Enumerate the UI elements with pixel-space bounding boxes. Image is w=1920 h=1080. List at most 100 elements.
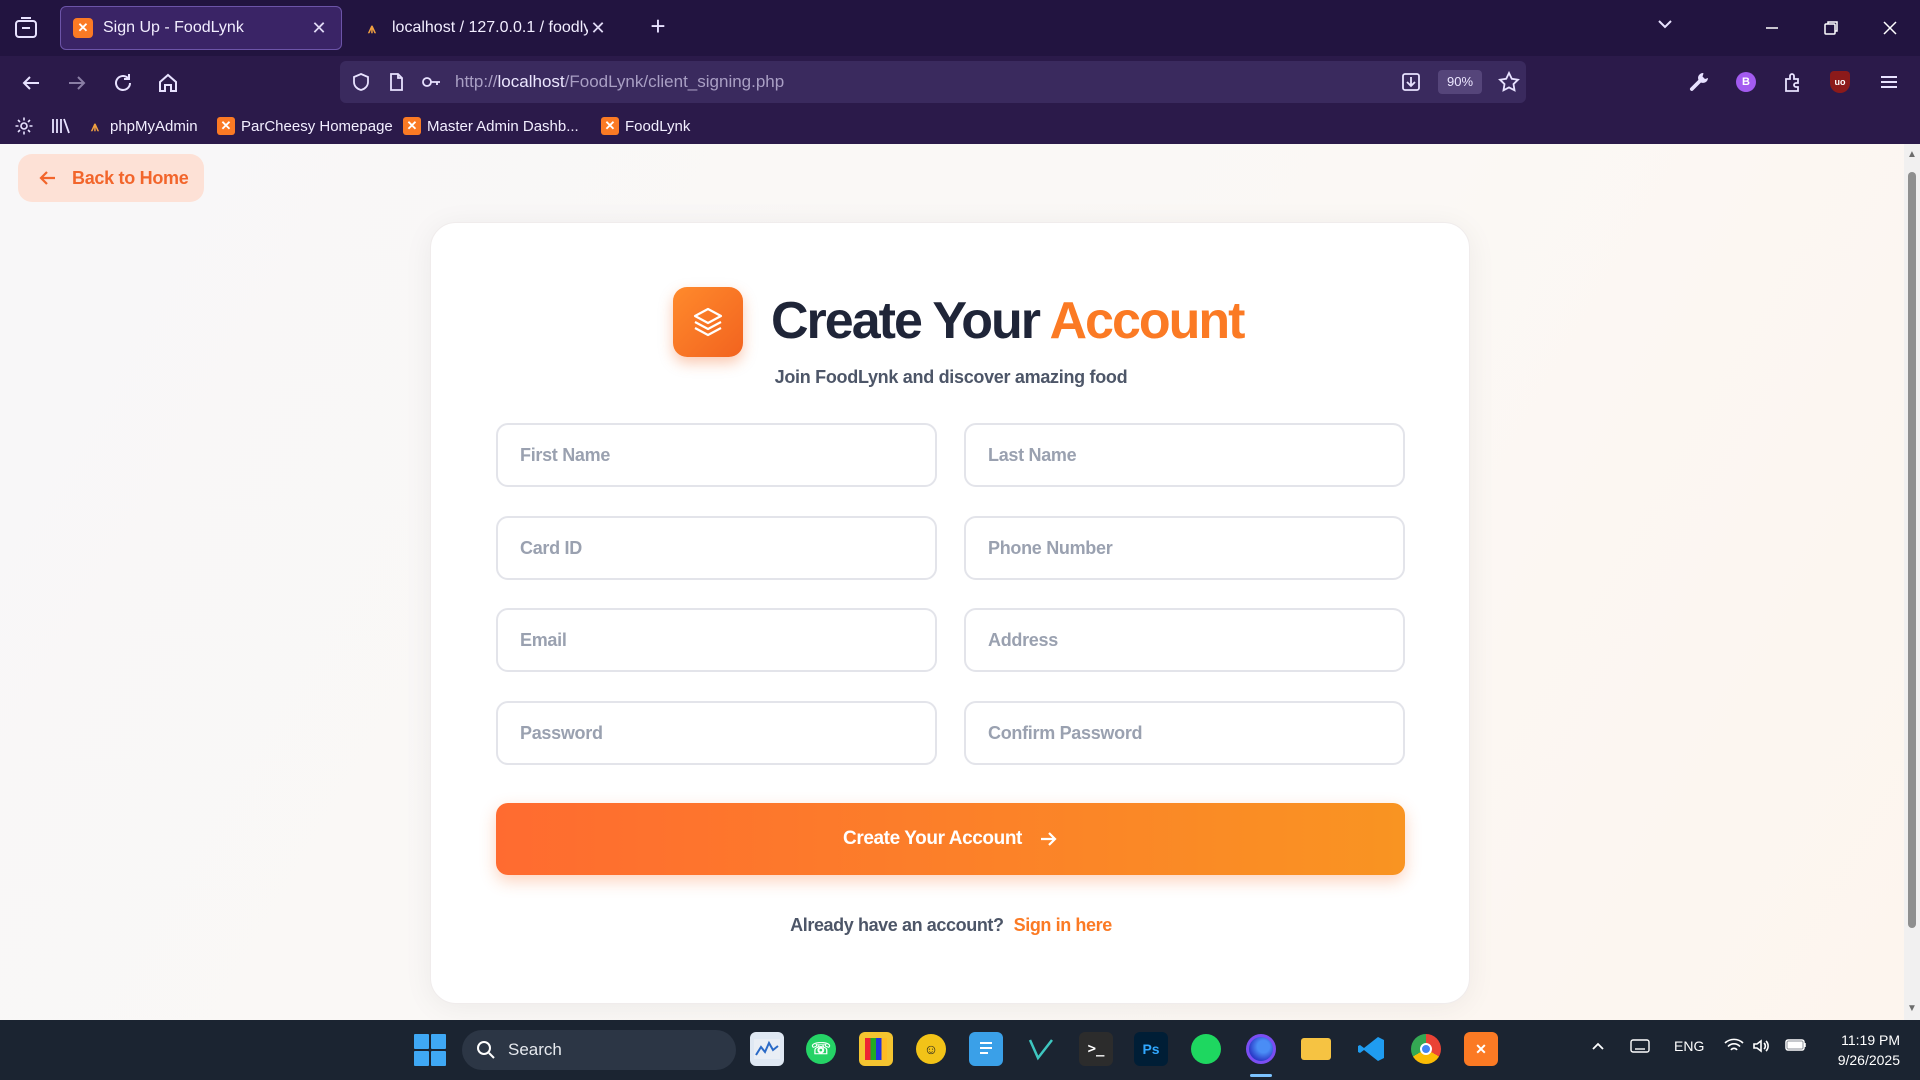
back-arrow-icon[interactable] (16, 68, 46, 98)
close-icon[interactable]: ✕ (309, 18, 329, 39)
password-input[interactable] (496, 701, 937, 765)
scroll-down-icon[interactable]: ▼ (1907, 1004, 1917, 1014)
email-input[interactable] (496, 608, 937, 672)
tab-bar: ✕ Sign Up - FoodLynk ✕ ⩚ localhost / 127… (0, 0, 1920, 56)
taskbar-search[interactable]: Search (462, 1030, 736, 1070)
scroll-thumb[interactable] (1908, 172, 1916, 928)
windows-start-icon[interactable] (414, 1034, 446, 1066)
new-tab-icon[interactable]: + (644, 12, 672, 40)
sign-in-link[interactable]: Sign in here (1014, 915, 1113, 935)
messenger-icon[interactable]: ☺ (914, 1032, 948, 1066)
xampp-icon: ✕ (73, 18, 93, 38)
page-icon[interactable] (385, 71, 407, 93)
battery-icon[interactable] (1785, 1038, 1807, 1052)
back-to-home-label: Back to Home (72, 167, 189, 188)
spotify-icon[interactable] (1189, 1032, 1223, 1066)
restore-icon[interactable] (1813, 10, 1849, 46)
back-to-home-button[interactable]: Back to Home (18, 154, 204, 202)
signup-card: Create Your Account Join FoodLynk and di… (430, 222, 1470, 1004)
whatsapp-icon[interactable]: ☏ (804, 1032, 838, 1066)
bookmark-phpmyadmin[interactable]: ⩚ phpMyAdmin (86, 113, 198, 139)
ublock-icon[interactable]: uo (1825, 67, 1855, 97)
browser-chrome: ✕ Sign Up - FoodLynk ✕ ⩚ localhost / 127… (0, 0, 1920, 144)
chrome-icon[interactable] (1409, 1032, 1443, 1066)
signin-prompt: Already have an account? (790, 915, 1004, 935)
navigation-bar: http://localhost/FoodLynk/client_signing… (0, 56, 1920, 108)
paint-icon[interactable] (859, 1032, 893, 1066)
bookmark-master-admin[interactable]: ✕ Master Admin Dashb... (403, 113, 579, 139)
task-manager-icon[interactable] (750, 1032, 784, 1066)
phone-number-input[interactable] (964, 516, 1405, 580)
gear-icon[interactable] (12, 114, 36, 138)
photoshop-icon[interactable]: Ps (1134, 1032, 1168, 1066)
star-icon[interactable] (1498, 71, 1520, 93)
bookmark-label: FoodLynk (625, 117, 691, 135)
bookmark-label: ParCheesy Homepage (241, 117, 393, 135)
firefox-icon[interactable] (1244, 1032, 1278, 1066)
minimize-icon[interactable] (1754, 10, 1790, 46)
search-icon (477, 1041, 495, 1059)
visual-studio-icon[interactable] (1024, 1032, 1058, 1066)
arrow-right-icon (1040, 832, 1057, 846)
profile-avatar[interactable]: B (1731, 67, 1761, 97)
address-input[interactable] (964, 608, 1405, 672)
phpmyadmin-icon: ⩚ (91, 117, 99, 134)
bookmark-parcheesy[interactable]: ✕ ParCheesy Homepage (217, 113, 393, 139)
page-subtitle: Join FoodLynk and discover amazing food (774, 367, 1128, 387)
tab-signup[interactable]: ✕ Sign Up - FoodLynk ✕ (60, 6, 342, 50)
wifi-icon[interactable] (1724, 1038, 1744, 1054)
reload-icon[interactable] (108, 68, 138, 98)
create-account-label: Create Your Account (843, 828, 1022, 849)
bookmark-label: phpMyAdmin (110, 117, 198, 135)
xampp-icon: ✕ (217, 117, 235, 135)
confirm-password-input[interactable] (964, 701, 1405, 765)
bookmark-label: Master Admin Dashb... (427, 117, 579, 135)
system-clock[interactable]: 11:19 PM 9/26/2025 (1820, 1030, 1900, 1070)
page-title: Create Your Account (771, 292, 1246, 350)
first-name-input[interactable] (496, 423, 937, 487)
arrow-left-icon (39, 171, 55, 185)
forward-arrow-icon[interactable] (62, 68, 92, 98)
terminal-icon[interactable]: >_ (1079, 1032, 1113, 1066)
shield-icon[interactable] (350, 71, 372, 93)
volume-icon[interactable] (1752, 1038, 1770, 1054)
close-icon[interactable]: ✕ (588, 18, 608, 39)
card-id-input[interactable] (496, 516, 937, 580)
xampp-icon: ✕ (601, 117, 619, 135)
page-viewport: Back to Home Create Your Account Join Fo… (0, 144, 1904, 1020)
notepad-icon[interactable] (969, 1032, 1003, 1066)
tab-overview-icon[interactable] (12, 14, 40, 42)
zoom-level[interactable]: 90% (1438, 70, 1482, 94)
tab-title: Sign Up - FoodLynk (103, 19, 244, 36)
create-account-button[interactable]: Create Your Account (496, 803, 1405, 875)
url-text[interactable]: http://localhost/FoodLynk/client_signing… (455, 72, 784, 92)
language-indicator[interactable]: ENG (1674, 1038, 1704, 1054)
xampp-icon: ✕ (403, 117, 421, 135)
bookmark-foodlynk[interactable]: ✕ FoodLynk (601, 113, 690, 139)
vscode-icon[interactable] (1354, 1032, 1388, 1066)
taskbar-search-label: Search (508, 1040, 562, 1059)
close-window-icon[interactable] (1872, 10, 1908, 46)
url-bar[interactable]: http://localhost/FoodLynk/client_signing… (340, 61, 1526, 103)
scroll-up-icon[interactable]: ▲ (1907, 150, 1917, 160)
chevron-down-icon[interactable] (1655, 14, 1675, 39)
tab-title: localhost / 127.0.0.1 / foodlynk / (392, 19, 588, 36)
library-icon[interactable] (49, 114, 73, 138)
home-icon[interactable] (153, 68, 183, 98)
wrench-icon[interactable] (1684, 67, 1714, 97)
tab-phpmyadmin[interactable]: ⩚ localhost / 127.0.0.1 / foodlynk / ✕ (350, 6, 620, 50)
signin-prompt-line: Already have an account? Sign in here (431, 915, 1471, 936)
menu-icon[interactable] (1874, 67, 1904, 97)
page-scrollbar[interactable]: ▲ ▼ (1904, 144, 1920, 1020)
chevron-up-icon[interactable] (1590, 1038, 1606, 1054)
active-app-indicator (1250, 1074, 1272, 1077)
download-icon[interactable] (1400, 71, 1422, 93)
xampp-icon[interactable]: ✕ (1464, 1032, 1498, 1066)
taskbar: Search ☏ ☺ >_ Ps ✕ ENG 11:19 PM 9/26/202… (0, 1020, 1920, 1080)
last-name-input[interactable] (964, 423, 1405, 487)
key-icon[interactable] (420, 71, 442, 93)
avatar: B (1736, 72, 1756, 92)
keyboard-icon[interactable] (1630, 1038, 1650, 1054)
extensions-icon[interactable] (1778, 67, 1808, 97)
file-explorer-icon[interactable] (1299, 1032, 1333, 1066)
